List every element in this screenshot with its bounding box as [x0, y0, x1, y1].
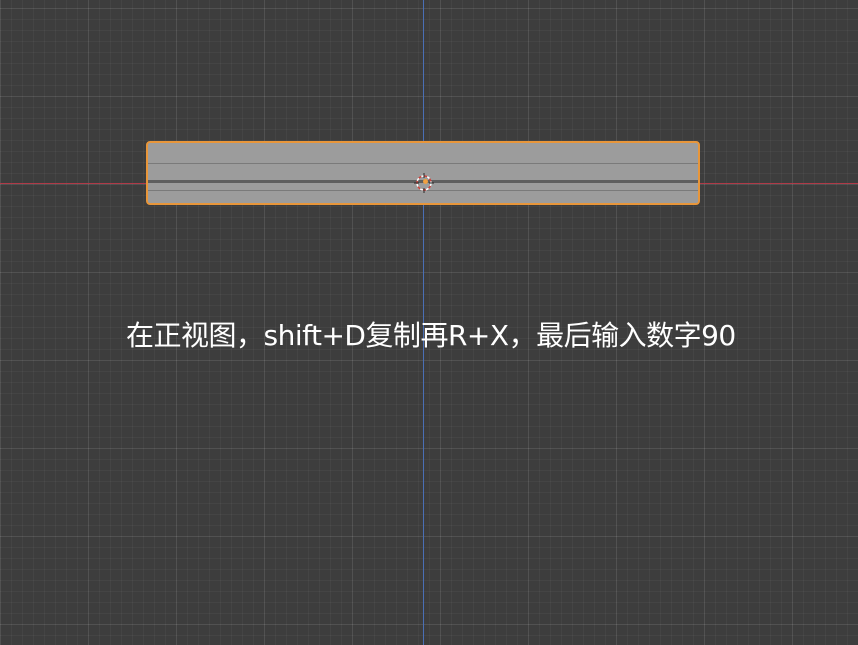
instruction-caption: 在正视图，shift+D复制再R+X，最后输入数字90 [126, 319, 736, 352]
3d-cursor-icon[interactable] [414, 173, 434, 193]
mesh-edge [148, 163, 698, 164]
3d-viewport[interactable]: 在正视图，shift+D复制再R+X，最后输入数字90 [0, 0, 858, 645]
